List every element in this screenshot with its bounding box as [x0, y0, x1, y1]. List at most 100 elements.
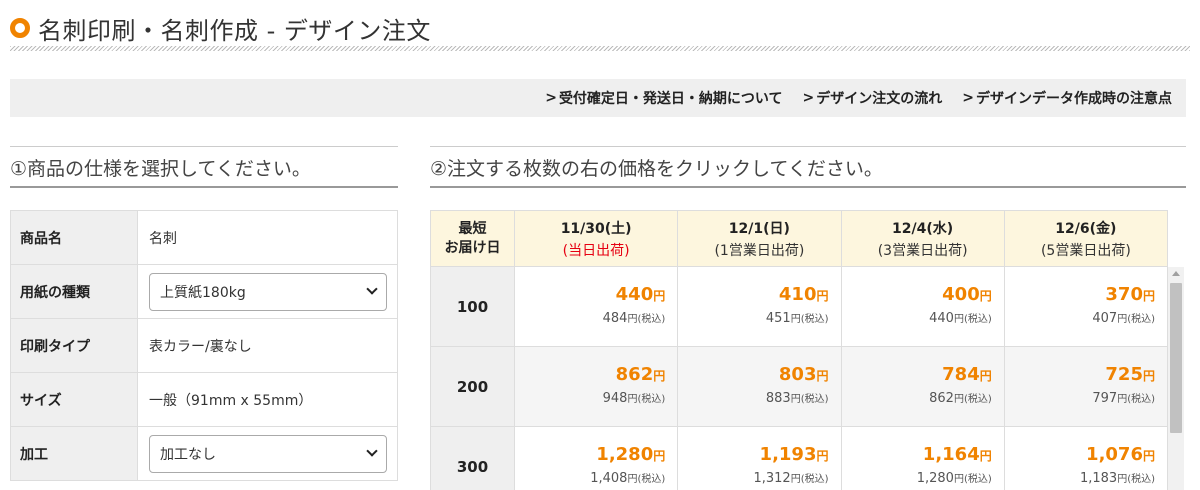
price: 370円 [1005, 283, 1155, 308]
tax-value: 1,312 [753, 470, 791, 486]
tax-price: 862円(税込) [842, 388, 992, 411]
quantity-cell: 300 [430, 426, 515, 490]
date-header: 12/4(水) (3営業日出荷) [840, 210, 1005, 267]
ship-date: 12/1(日) [728, 220, 790, 237]
price: 1,193円 [678, 443, 829, 468]
chevron-right-icon: > [802, 90, 815, 106]
paper-type-select[interactable]: 上質紙180kg [149, 272, 387, 311]
scroll-up-arrow-icon[interactable] [1172, 271, 1180, 276]
qty-header-line: 最短 [458, 220, 487, 237]
price-value: 400 [942, 283, 980, 305]
price-value: 1,280 [596, 443, 654, 465]
tax-price: 797円(税込) [1005, 388, 1155, 411]
tax-label: (税込) [800, 393, 829, 405]
price-cell[interactable]: 803円 883円(税込) [677, 346, 842, 427]
price-table-scrollbar[interactable] [1168, 267, 1184, 490]
date-header: 11/30(土) (当日出荷) [513, 210, 679, 267]
quantity-cell: 200 [430, 346, 515, 427]
price-header-row: 最短 お届け日 11/30(土) (当日出荷) 12/1(日) (1営業日出荷)… [430, 210, 1169, 267]
scrollbar-thumb[interactable] [1170, 283, 1182, 433]
tax-value: 440 [929, 310, 954, 326]
price: 1,076円 [1005, 443, 1155, 468]
price-cell[interactable]: 400円 440円(税込) [840, 266, 1005, 347]
price-table: 最短 お届け日 11/30(土) (当日出荷) 12/1(日) (1営業日出荷)… [430, 210, 1169, 490]
price: 862円 [515, 363, 666, 388]
nav-link-delivery-dates[interactable]: > 受付確定日・発送日・納期について [545, 88, 782, 108]
tax-price: 440円(税込) [842, 308, 992, 331]
tax-label: (税込) [1127, 313, 1155, 325]
price: 410円 [678, 283, 829, 308]
price: 725円 [1005, 363, 1155, 388]
price-value: 440 [615, 283, 654, 305]
tax-price: 883円(税込) [678, 388, 829, 411]
spec-label: 商品名 [10, 210, 138, 265]
price-cell[interactable]: 784円 862円(税込) [840, 346, 1005, 427]
ship-note: (当日出荷) [562, 242, 630, 259]
spec-row-product: 商品名 名刺 [10, 210, 398, 265]
product-name-value: 名刺 [137, 210, 398, 265]
tax-price: 451円(税込) [678, 308, 829, 331]
yen-unit: 円 [953, 473, 964, 485]
tax-value: 862 [929, 390, 954, 406]
nav-link-data-notes[interactable]: > デザインデータ作成時の注意点 [962, 88, 1172, 108]
yen-unit: 円 [979, 368, 992, 383]
page-title-row: 名刺印刷・名刺作成 - デザイン注文 [10, 6, 1190, 50]
price: 440円 [515, 283, 666, 308]
tax-value: 1,183 [1079, 470, 1118, 486]
tax-price: 484円(税込) [515, 308, 666, 331]
chevron-right-icon: > [545, 90, 557, 106]
price-cell[interactable]: 725円 797円(税込) [1003, 346, 1169, 427]
tax-value: 797 [1092, 390, 1118, 406]
yen-unit: 円 [816, 448, 829, 463]
price-value: 370 [1105, 283, 1143, 305]
price-row: 200 862円 948円(税込) 803円 883円(税込) 784円 862円(税込) 7… [430, 346, 1169, 427]
info-nav-bar: > 受付確定日・発送日・納期について > デザイン注文の流れ > デザインデータ… [10, 79, 1186, 117]
price-cell[interactable]: 440円 484円(税込) [513, 266, 679, 347]
print-type-value: 表カラー/裏なし [137, 318, 398, 373]
price-cell[interactable]: 1,280円 1,408円(税込) [513, 426, 679, 490]
spec-label: 用紙の種類 [10, 264, 138, 319]
price-value: 1,076 [1086, 443, 1143, 465]
spec-label: サイズ [10, 372, 138, 427]
page-title: 名刺印刷・名刺作成 - デザイン注文 [38, 17, 431, 45]
select-value: 上質紙180kg [160, 284, 246, 301]
price-cell[interactable]: 370円 407円(税込) [1003, 266, 1169, 347]
nav-link-label: デザイン注文の流れ [816, 91, 943, 107]
quantity-cell: 100 [430, 266, 515, 347]
ship-note: (3営業日出荷) [877, 242, 968, 259]
circle-bullet-icon [10, 18, 30, 38]
ship-note: (5営業日出荷) [1040, 242, 1131, 259]
tax-value: 451 [765, 310, 791, 326]
tax-label: (税込) [637, 393, 666, 405]
price-cell[interactable]: 410円 451円(税込) [677, 266, 842, 347]
price-cell[interactable]: 1,076円 1,183円(税込) [1003, 426, 1169, 490]
yen-unit: 円 [816, 368, 829, 383]
price-cell[interactable]: 1,193円 1,312円(税込) [677, 426, 842, 490]
nav-link-label: 受付確定日・発送日・納期について [558, 91, 783, 107]
yen-unit: 円 [1117, 393, 1128, 405]
ship-date: 11/30(土) [560, 220, 632, 237]
yen-unit: 円 [953, 313, 964, 325]
tax-price: 407円(税込) [1005, 308, 1155, 331]
ship-date: 12/6(金) [1055, 220, 1117, 237]
price: 1,280円 [515, 443, 665, 468]
price-cell[interactable]: 1,164円 1,280円(税込) [840, 426, 1005, 490]
tax-label: (税込) [963, 313, 992, 325]
yen-unit: 円 [627, 313, 638, 325]
tax-value: 948 [602, 390, 628, 406]
price: 1,164円 [842, 443, 992, 468]
tax-value: 1,280 [916, 470, 954, 486]
section-heading-price: ②注文する枚数の右の価格をクリックしてください。 [430, 146, 1186, 188]
yen-unit: 円 [979, 288, 992, 303]
chevron-right-icon: > [962, 90, 974, 106]
tax-price: 1,280円(税込) [842, 468, 992, 490]
yen-unit: 円 [1142, 368, 1155, 383]
price-cell[interactable]: 862円 948円(税込) [513, 346, 679, 427]
nav-link-label: デザインデータ作成時の注意点 [976, 91, 1172, 107]
size-value: 一般（91mm x 55mm） [137, 372, 398, 427]
nav-link-design-flow[interactable]: > デザイン注文の流れ [803, 88, 943, 108]
finish-select[interactable]: 加工なし [149, 434, 387, 473]
title-divider [10, 46, 1190, 51]
spec-table: 商品名 名刺 用紙の種類 上質紙180kg 印刷タイプ 表カラー/裏なし サイズ… [10, 210, 398, 481]
tax-price: 1,408円(税込) [515, 468, 665, 490]
